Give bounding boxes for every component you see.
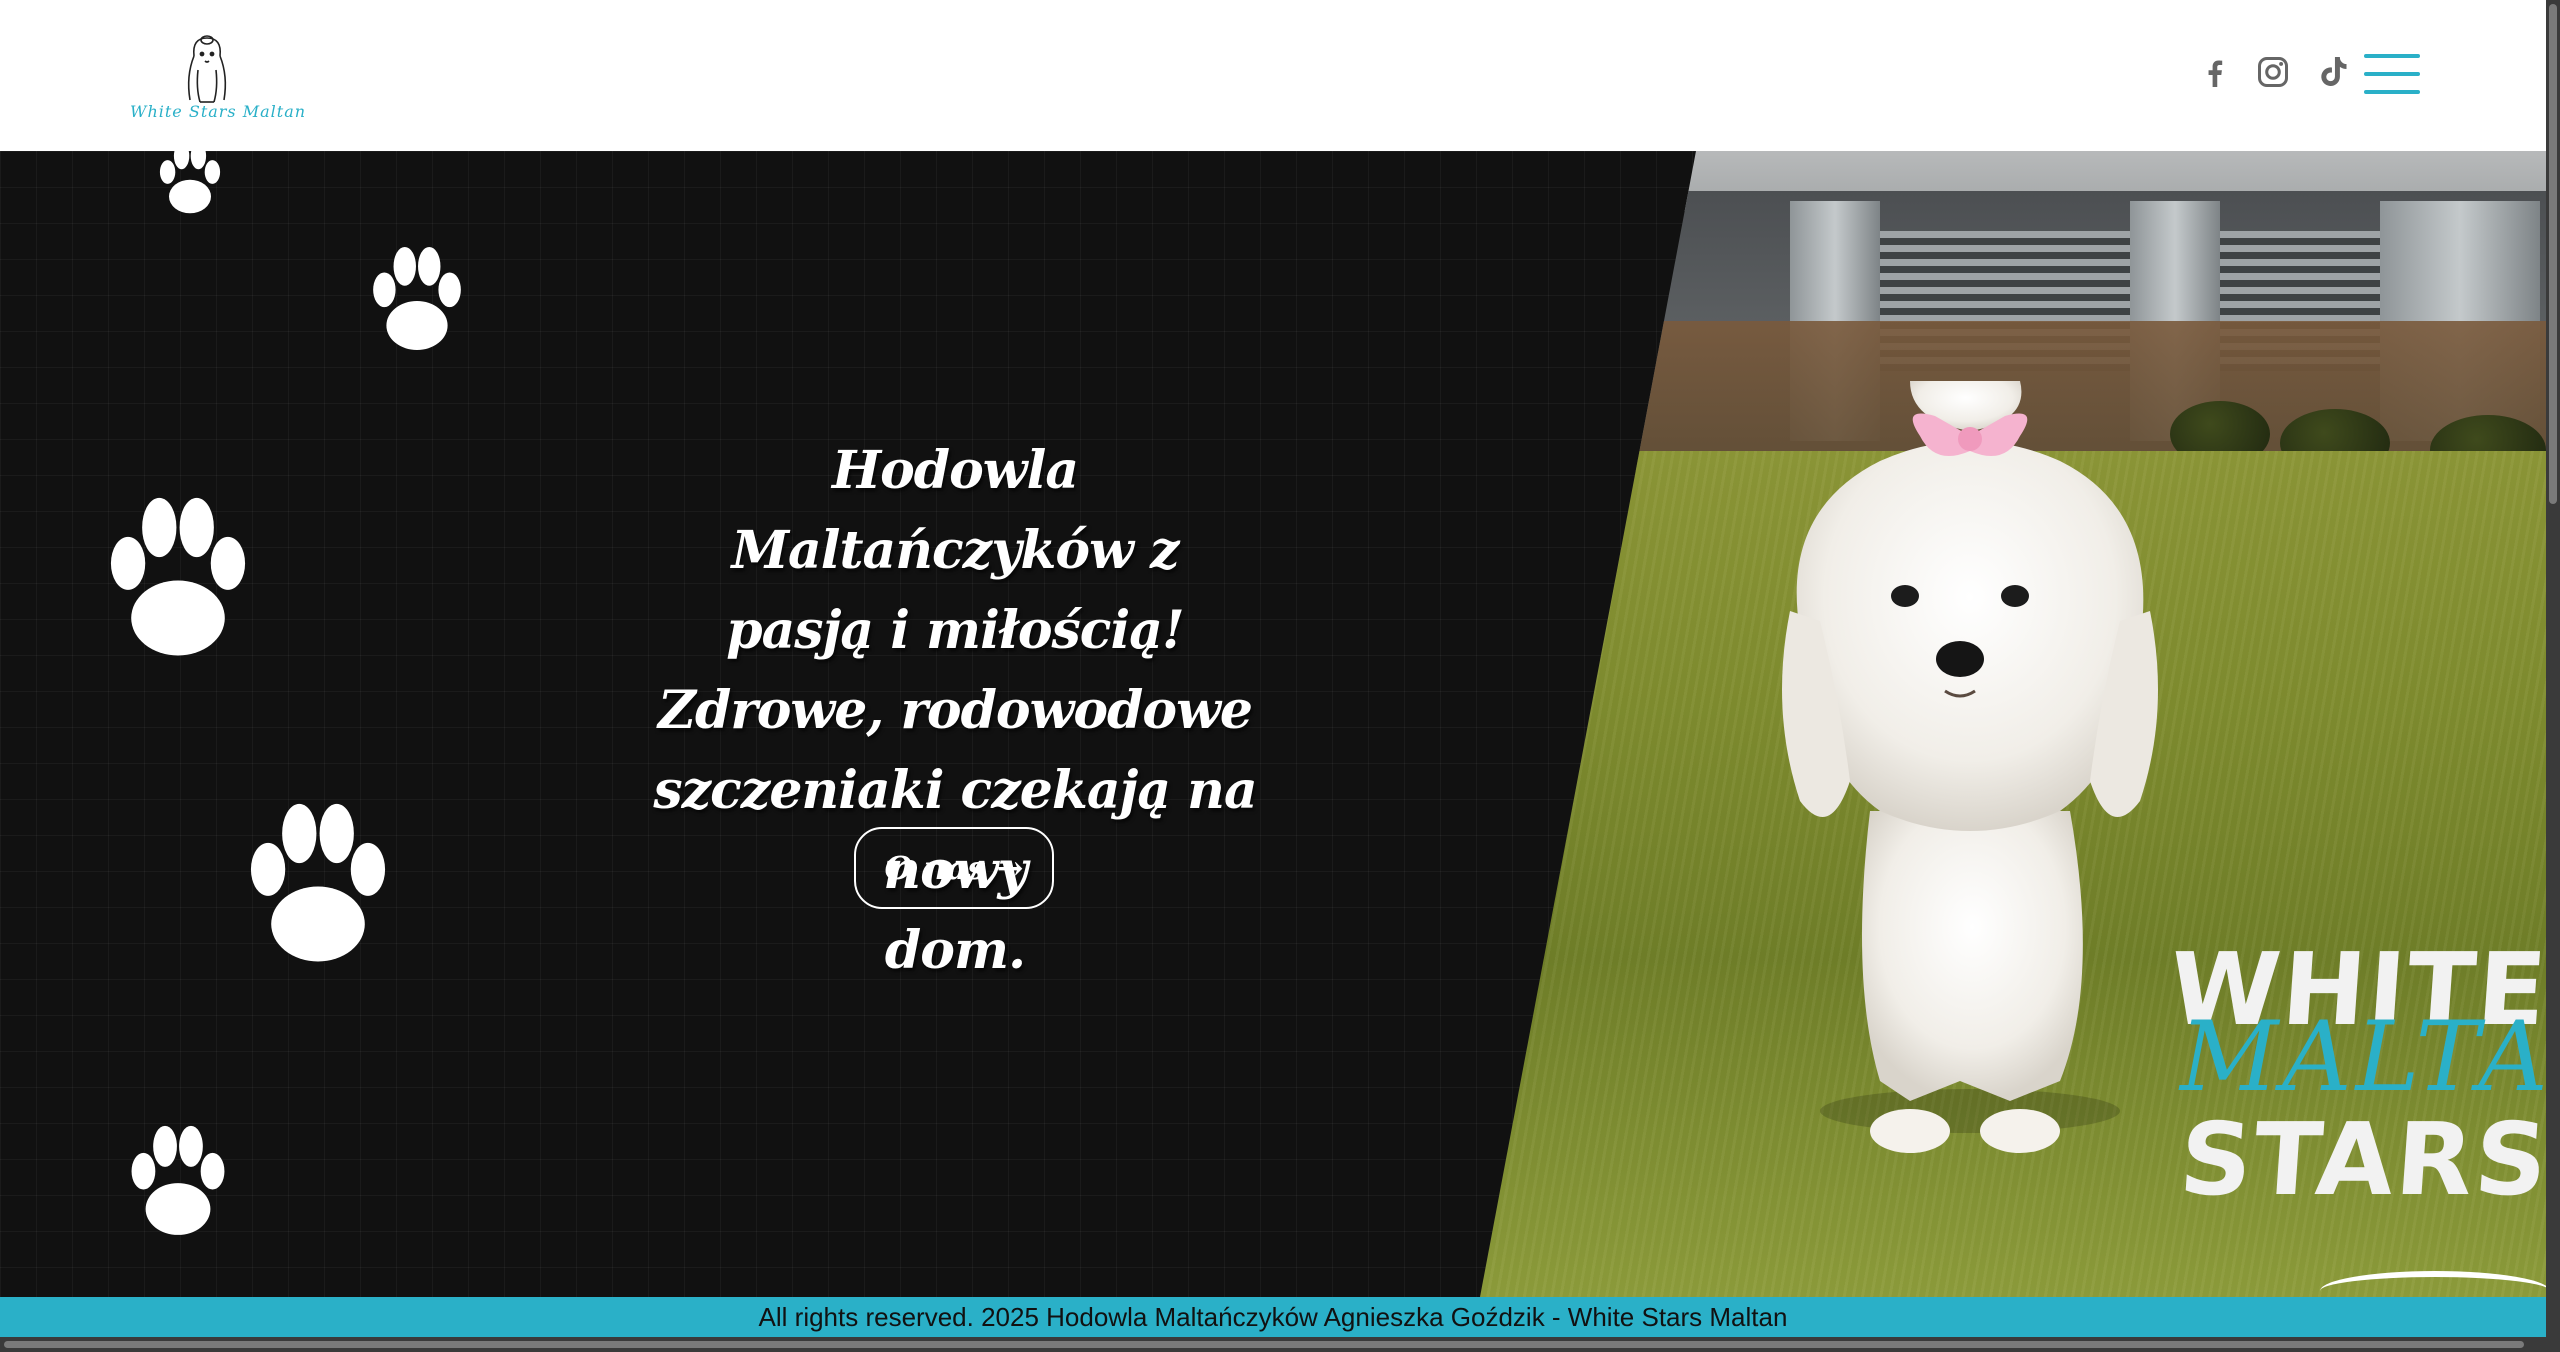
paw-print-icon xyxy=(124,1113,232,1251)
maltese-dog-image xyxy=(1760,381,2180,1241)
menu-bar xyxy=(2364,90,2420,94)
copyright-text: All rights reserved. 2025 Hodowla Maltań… xyxy=(758,1301,1788,1332)
facebook-icon[interactable] xyxy=(2195,52,2235,92)
hero-title-line: Hodowla Maltańczyków z xyxy=(731,440,1179,581)
hero-title-line: Zdrowe, rodowodowe xyxy=(658,680,1253,741)
hero-title-line: dom. xyxy=(884,920,1026,981)
site-header: White Stars Maltan xyxy=(0,0,2546,151)
instagram-icon[interactable] xyxy=(2253,52,2293,92)
paw-print-icon xyxy=(366,235,468,365)
tiktok-icon[interactable] xyxy=(2313,52,2353,92)
horizontal-scrollbar-thumb[interactable] xyxy=(4,1341,2524,1348)
site-footer: All rights reserved. 2025 Hodowla Maltań… xyxy=(0,1297,2546,1337)
site-logo[interactable]: White Stars Maltan xyxy=(130,26,307,126)
vertical-scrollbar-thumb[interactable] xyxy=(2549,4,2557,504)
watermark-stars: STARS xyxy=(2175,1101,2546,1218)
menu-bar xyxy=(2364,54,2420,58)
white-maltan-stars-watermark: WHITE MALTAN STARS xyxy=(2166,931,2546,1251)
hero-title-line: pasją i miłością! xyxy=(726,600,1184,661)
hero-section: Hodowla Maltańczyków z pasją i miłością!… xyxy=(0,151,2546,1297)
hero-dog-photo: WHITE MALTAN STARS xyxy=(1480,151,2546,1297)
page: White Stars Maltan Hodowla Maltańczyków … xyxy=(0,0,2560,1352)
paw-print-icon xyxy=(240,787,396,983)
paw-print-icon xyxy=(100,481,256,677)
paw-print-icon xyxy=(155,151,225,219)
maltese-logo-icon xyxy=(172,26,242,104)
hamburger-menu-icon[interactable] xyxy=(2364,52,2420,96)
logo-text: White Stars Maltan xyxy=(130,102,307,121)
vertical-scrollbar[interactable] xyxy=(2546,0,2560,1352)
horizontal-scrollbar[interactable] xyxy=(0,1337,2546,1352)
about-us-button[interactable]: O nas → xyxy=(854,827,1054,909)
watermark-maltan: MALTAN xyxy=(2180,1001,2546,1113)
menu-bar xyxy=(2364,72,2420,76)
